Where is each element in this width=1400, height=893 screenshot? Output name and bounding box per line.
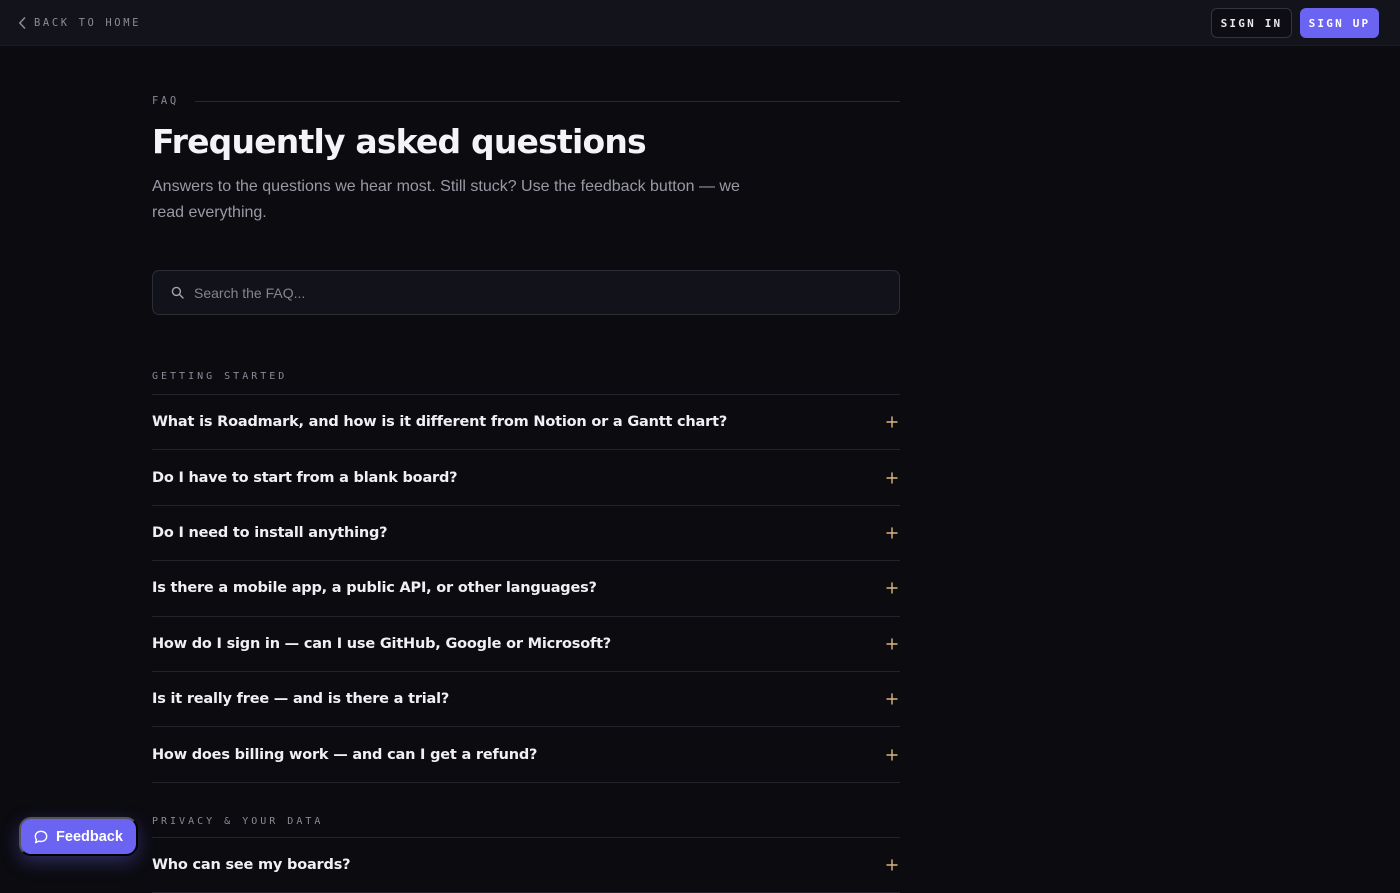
faq-item[interactable]: How does billing work — and can I get a … (152, 727, 900, 783)
plus-icon (886, 693, 898, 705)
feedback-button[interactable]: Feedback (19, 817, 138, 856)
eyebrow-label: FAQ (152, 95, 179, 107)
faq-question: How does billing work — and can I get a … (152, 746, 538, 763)
faq-question: How do I sign in — can I use GitHub, Goo… (152, 635, 612, 652)
faq-list-privacy: Who can see my boards? (152, 837, 900, 893)
faq-search-box[interactable] (152, 270, 900, 315)
faq-question: Is it really free — and is there a trial… (152, 691, 450, 708)
faq-list-getting-started: What is Roadmark, and how is it differen… (152, 394, 900, 783)
faq-item[interactable]: Is it really free — and is there a trial… (152, 672, 900, 728)
faq-item[interactable]: What is Roadmark, and how is it differen… (152, 395, 900, 451)
faq-question: Do I have to start from a blank board? (152, 469, 458, 486)
faq-question: What is Roadmark, and how is it differen… (152, 414, 728, 431)
chat-bubble-icon (34, 830, 48, 843)
feedback-label: Feedback (56, 828, 123, 845)
faq-search-input[interactable] (194, 284, 899, 301)
faq-item[interactable]: Is there a mobile app, a public API, or … (152, 561, 900, 617)
plus-icon (886, 859, 898, 871)
sign-up-button[interactable]: SIGN UP (1300, 8, 1379, 38)
plus-icon (886, 416, 898, 428)
back-to-home-link[interactable]: BACK TO HOME (18, 14, 141, 32)
plus-icon (886, 471, 898, 484)
faq-question: Is there a mobile app, a public API, or … (152, 580, 597, 597)
top-nav-bar: BACK TO HOME SIGN IN SIGN UP (0, 0, 1400, 46)
faq-question: Do I need to install anything? (152, 524, 388, 541)
faq-item[interactable]: Do I have to start from a blank board? (152, 450, 900, 506)
page-subtitle: Answers to the questions we hear most. S… (152, 178, 740, 221)
faq-item[interactable]: Who can see my boards? (152, 838, 900, 893)
eyebrow-divider (194, 100, 900, 102)
search-icon (171, 286, 184, 299)
chevron-left-icon (19, 17, 26, 29)
faq-item[interactable]: How do I sign in — can I use GitHub, Goo… (152, 617, 900, 672)
page-title: Frequently asked questions (152, 122, 647, 161)
plus-icon (886, 582, 898, 595)
sign-in-button[interactable]: SIGN IN (1211, 8, 1292, 38)
plus-icon (886, 748, 898, 761)
section-label-getting-started: GETTING STARTED (152, 371, 288, 382)
section-label-privacy: PRIVACY & YOUR DATA (152, 816, 324, 827)
eyebrow-row: FAQ (152, 94, 900, 108)
faq-item[interactable]: Do I need to install anything? (152, 506, 900, 562)
plus-icon (886, 527, 898, 539)
back-to-home-label: BACK TO HOME (34, 17, 142, 29)
plus-icon (886, 638, 898, 650)
faq-question: Who can see my boards? (152, 857, 351, 874)
